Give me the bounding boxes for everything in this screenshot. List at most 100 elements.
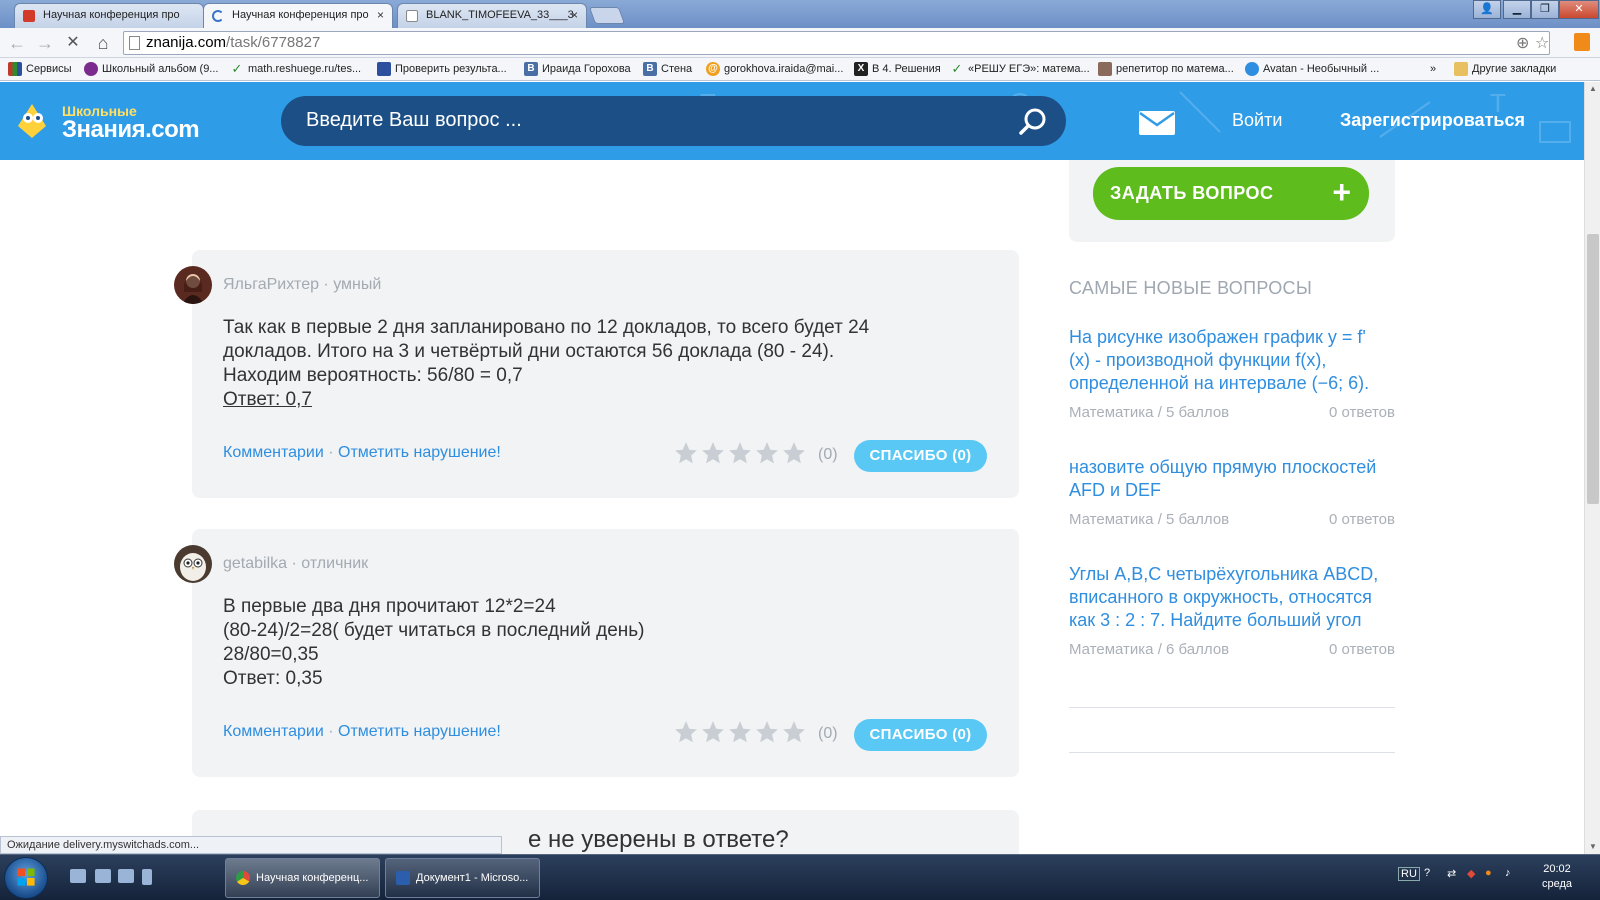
bookmark-check-results[interactable]: Проверить результа... <box>375 61 507 78</box>
extension-icon[interactable] <box>1574 33 1590 51</box>
answer-line: Ответ: 0,7 <box>223 389 312 410</box>
avatar[interactable] <box>174 266 212 304</box>
clock-day: среда <box>1541 878 1573 890</box>
bookmarks-overflow-chevron[interactable]: » <box>1426 61 1436 78</box>
newest-question-item[interactable]: Углы A,B,C четырёхугольника ABCD, вписан… <box>1069 563 1395 661</box>
quicklaunch-icon[interactable] <box>118 869 134 883</box>
network-icon[interactable]: ⇄ <box>1447 867 1456 880</box>
bookmark-iraida[interactable]: В Ираида Горохова <box>522 61 631 78</box>
question-link[interactable]: Углы A,B,C четырёхугольника ABCD, вписан… <box>1069 563 1395 632</box>
bookmark-reshu-ege[interactable]: ✓ «РЕШУ ЕГЭ»: матема... <box>948 61 1090 78</box>
star-icon[interactable] <box>700 719 726 745</box>
minimize-button[interactable]: ▁ <box>1503 0 1531 19</box>
tab-close-icon[interactable]: × <box>377 4 384 27</box>
question-search-input[interactable]: Введите Ваш вопрос ... <box>281 96 1066 146</box>
scrollbar-thumb[interactable] <box>1587 234 1599 504</box>
bookmark-reshuege[interactable]: ✓ math.reshuege.ru/tes... <box>228 61 362 78</box>
bookmark-star-icon[interactable]: ☆ <box>1535 33 1549 55</box>
quicklaunch-icon[interactable] <box>95 869 111 883</box>
question-meta: Математика / 5 баллов 0 ответов <box>1069 511 1395 528</box>
ask-question-panel: ЗАДАТЬ ВОПРОС + <box>1069 160 1395 242</box>
bookmark-avatan[interactable]: Avatan - Необычный ... <box>1243 61 1379 78</box>
question-answers-count: 0 ответов <box>1328 404 1395 421</box>
search-placeholder: Введите Ваш вопрос ... <box>306 109 522 131</box>
author-name[interactable]: getabilka <box>223 555 287 572</box>
system-clock[interactable]: 20:02 среда <box>1520 862 1594 892</box>
report-link[interactable]: Отметить нарушение! <box>338 444 501 461</box>
report-link[interactable]: Отметить нарушение! <box>338 723 501 740</box>
star-icon[interactable] <box>727 719 753 745</box>
star-icon[interactable] <box>727 440 753 466</box>
bookmark-wall[interactable]: В Стена <box>641 61 692 78</box>
taskbar-item-word[interactable]: Документ1 - Microso... <box>385 858 540 898</box>
folder-icon <box>1454 62 1468 76</box>
star-icon[interactable] <box>673 719 699 745</box>
question-subject[interactable]: Математика <box>1069 511 1154 528</box>
back-arrow-icon[interactable]: ← <box>6 32 28 54</box>
star-rating[interactable] <box>673 719 808 745</box>
answer-line: В первые два дня прочитают 12*2=24 <box>223 596 556 617</box>
question-meta: Математика / 5 баллов 0 ответов <box>1069 404 1395 421</box>
question-link[interactable]: На рисунке изображен график y = f' (x) -… <box>1069 326 1395 395</box>
comments-link[interactable]: Комментарии <box>223 723 324 740</box>
avatar[interactable] <box>174 545 212 583</box>
bookmark-tutor[interactable]: репетитор по матема... <box>1096 61 1234 78</box>
update-icon[interactable]: ● <box>1485 867 1492 879</box>
author-name[interactable]: ЯльгаРихтер <box>223 276 319 293</box>
star-icon[interactable] <box>673 440 699 466</box>
newest-question-item[interactable]: назовите общую прямую плоскостей AFD и D… <box>1069 456 1395 531</box>
bookmark-other-folder[interactable]: Другие закладки <box>1452 61 1556 78</box>
star-icon[interactable] <box>781 719 807 745</box>
question-points: 5 баллов <box>1166 404 1230 421</box>
star-icon[interactable] <box>754 440 780 466</box>
new-tab-button[interactable] <box>588 7 626 24</box>
question-subject[interactable]: Математика <box>1069 404 1154 421</box>
star-rating[interactable] <box>673 440 808 466</box>
language-indicator[interactable]: RU <box>1398 867 1420 881</box>
maximize-button[interactable]: ❐ <box>1531 0 1559 19</box>
star-icon[interactable] <box>781 440 807 466</box>
volume-icon[interactable]: ♪ <box>1505 867 1511 879</box>
thanks-button[interactable]: СПАСИБО (0) <box>854 440 987 472</box>
mail-icon[interactable] <box>1138 110 1176 136</box>
bookmark-mail[interactable]: @ gorokhova.iraida@mai... <box>704 61 843 78</box>
newest-question-item[interactable]: На рисунке изображен график y = f' (x) -… <box>1069 326 1395 424</box>
star-icon[interactable] <box>754 719 780 745</box>
login-link[interactable]: Войти <box>1232 110 1282 131</box>
question-link[interactable]: назовите общую прямую плоскостей AFD и D… <box>1069 456 1395 502</box>
window-close-button[interactable]: ✕ <box>1559 0 1599 19</box>
forward-arrow-icon[interactable]: → <box>34 32 56 54</box>
address-bar[interactable]: znanija.com/task/6778827 ⊕ ☆ <box>123 31 1550 55</box>
zoom-icon[interactable]: ⊕ <box>1516 33 1529 55</box>
show-desktop-icon[interactable] <box>70 869 86 883</box>
browser-tab-2[interactable]: Научная конференция про × <box>203 3 393 29</box>
antivirus-icon[interactable]: ◆ <box>1467 867 1475 880</box>
home-icon[interactable]: ⌂ <box>92 32 114 54</box>
thanks-button[interactable]: СПАСИБО (0) <box>854 719 987 751</box>
browser-tab-3[interactable]: BLANK_TIMOFEEVA_33___3 × <box>397 3 587 28</box>
answer-line: Ответ: 0,35 <box>223 668 323 689</box>
tab-close-icon[interactable]: × <box>571 4 578 27</box>
quicklaunch-icon[interactable] <box>142 869 152 885</box>
ask-question-button[interactable]: ЗАДАТЬ ВОПРОС + <box>1093 167 1369 220</box>
question-subject[interactable]: Математика <box>1069 641 1154 658</box>
bookmark-solutions[interactable]: X В 4. Решения <box>852 61 941 78</box>
bookmark-services[interactable]: Сервисы <box>6 61 72 78</box>
scroll-up-arrow-icon[interactable]: ▲ <box>1585 82 1600 96</box>
star-icon[interactable] <box>700 440 726 466</box>
document-icon <box>377 62 391 76</box>
browser-tab-title: Научная конференция про <box>43 9 180 21</box>
taskbar-item-chrome[interactable]: Научная конференц... <box>225 858 380 898</box>
user-profile-button[interactable]: 👤 <box>1473 0 1501 19</box>
browser-tab-1[interactable]: Научная конференция про <box>14 3 204 28</box>
page-scrollbar[interactable]: ▲ ▼ <box>1584 82 1600 854</box>
start-button[interactable] <box>4 857 48 899</box>
comments-link[interactable]: Комментарии <box>223 444 324 461</box>
register-link[interactable]: Зарегистрироваться <box>1340 110 1525 131</box>
search-icon[interactable] <box>1018 107 1048 137</box>
bookmark-album[interactable]: Школьный альбом (9... <box>82 61 218 78</box>
stop-loading-icon[interactable]: ✕ <box>62 32 84 54</box>
help-icon[interactable]: ? <box>1424 867 1430 879</box>
answer-text: В первые два дня прочитают 12*2=24 (80-2… <box>223 595 983 691</box>
scroll-down-arrow-icon[interactable]: ▼ <box>1585 840 1600 854</box>
